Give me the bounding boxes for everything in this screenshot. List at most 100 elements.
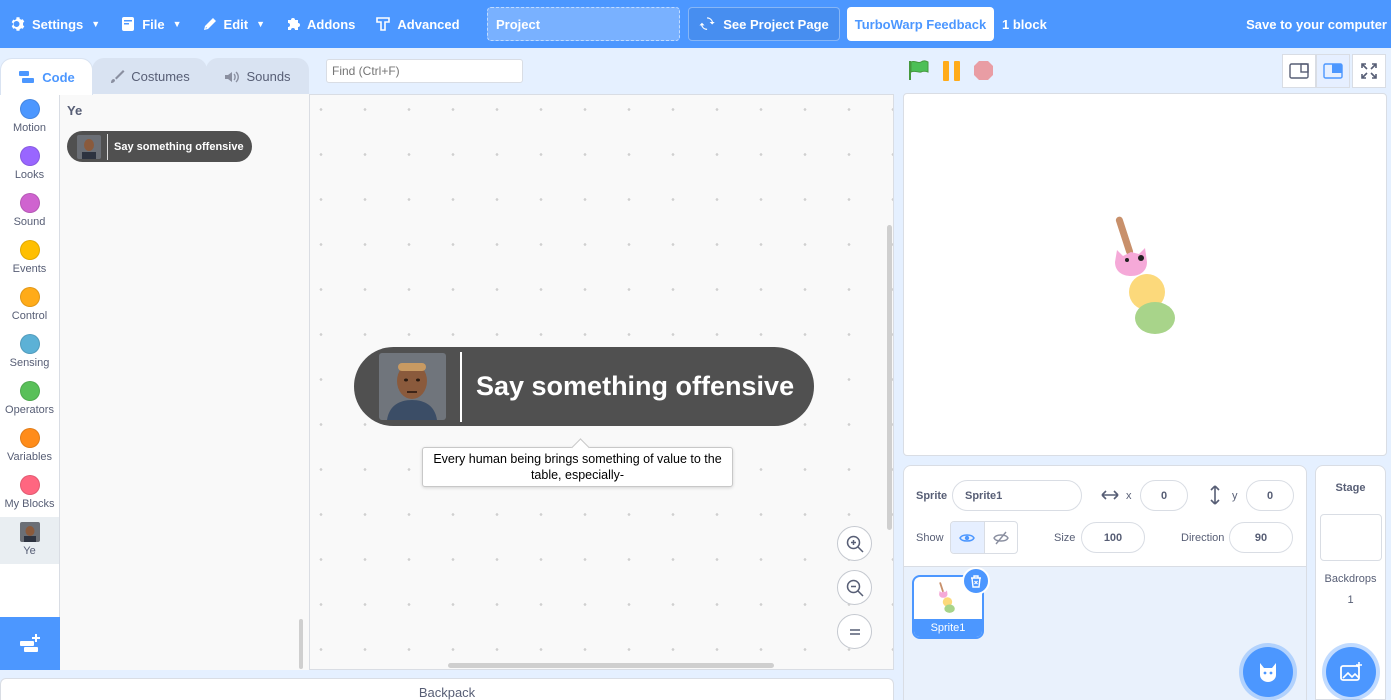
large-stage-button[interactable] [1316,54,1350,88]
x-label: x [1126,490,1132,502]
addons-menu[interactable]: Addons [275,0,365,48]
brush-icon [111,69,125,83]
category-dot [19,428,40,448]
add-backdrop-button[interactable] [1326,647,1376,697]
block-count: 1 block [1002,17,1047,32]
category-label: Sound [13,216,46,228]
project-title-input[interactable]: Project [487,7,680,41]
zoom-in-button[interactable] [837,526,872,561]
eye-slash-icon [992,531,1009,544]
workspace-horizontal-scrollbar[interactable] [448,663,774,668]
puzzle-icon [288,18,301,30]
pause-button[interactable] [941,60,963,82]
stage-title: Stage [1335,482,1366,494]
edit-label: Edit [223,16,249,32]
gear-icon [11,17,25,31]
file-label: File [142,16,165,32]
workspace-custom-block[interactable]: Say something offensive [354,347,815,426]
tab-costumes[interactable]: Costumes [92,58,207,94]
category-motion[interactable]: Motion [0,94,59,141]
add-extension-button[interactable] [0,617,60,670]
category-label: My Blocks [4,498,55,510]
category-sensing[interactable]: Sensing [0,329,59,376]
sprite-thumbnail [939,582,955,613]
add-sprite-button[interactable] [1243,647,1293,697]
see-project-page-button[interactable]: See Project Page [688,7,840,41]
category-events[interactable]: Events [0,235,59,282]
tab-costumes-label: Costumes [131,69,190,84]
zoom-in-icon [846,535,864,553]
tab-sounds-label: Sounds [246,69,291,84]
fullscreen-button[interactable] [1352,54,1386,88]
show-visible-button[interactable] [951,522,985,553]
addons-label: Addons [307,16,356,32]
direction-input[interactable]: 90 [1229,522,1293,553]
palette-scrollbar[interactable] [299,619,303,669]
pencil-icon [203,18,216,30]
find-input[interactable] [326,59,523,83]
category-my-blocks[interactable]: My Blocks [0,470,59,517]
custom-block[interactable]: Say something offensive [67,131,252,162]
delete-sprite-button[interactable] [962,567,990,595]
category-label: Sensing [9,357,50,369]
category-label: Operators [5,404,54,416]
backdrops-count: 1 [1347,594,1354,606]
y-label: y [1232,490,1238,502]
category-dot [19,475,40,495]
category-ye[interactable]: Ye [0,517,59,564]
save-to-computer-button[interactable]: Save to your computer [1246,17,1387,32]
tab-code-label: Code [42,69,75,85]
category-operators[interactable]: Operators [0,376,59,423]
sprite-costume [1115,216,1175,334]
y-input[interactable]: 0 [1246,480,1294,511]
workspace-vertical-scrollbar[interactable] [887,225,892,530]
cat-icon [1260,663,1276,682]
category-label: Control [11,310,48,322]
tab-sounds[interactable]: Sounds [206,58,309,94]
advanced-label: Advanced [397,16,460,32]
tab-code[interactable]: Code [0,58,93,95]
file-icon [122,17,135,31]
category-label: Events [12,263,47,275]
code-workspace[interactable]: Say something offensive Every human bein… [310,94,894,670]
edit-menu[interactable]: Edit ▼ [192,0,275,48]
palette-category-label: Ye [67,103,83,118]
zoom-out-button[interactable] [837,570,872,605]
category-dot [19,334,40,354]
x-input[interactable]: 0 [1140,480,1188,511]
size-input[interactable]: 100 [1081,522,1145,553]
portrait-icon [379,353,446,420]
large-stage-icon [1323,63,1343,79]
category-sound[interactable]: Sound [0,188,59,235]
category-looks[interactable]: Looks [0,141,59,188]
category-dot [19,99,40,119]
stage-canvas[interactable] [903,93,1387,456]
advanced-icon [376,17,391,31]
category-label: Motion [12,122,47,134]
file-menu[interactable]: File ▼ [110,0,191,48]
stop-button[interactable] [973,60,994,81]
feedback-button[interactable]: TurboWarp Feedback [847,7,994,41]
category-variables[interactable]: Variables [0,423,59,470]
settings-label: Settings [32,16,84,32]
green-flag-button[interactable] [907,59,931,81]
small-stage-icon [1289,63,1309,79]
category-label: Ye [23,545,36,557]
add-backdrop-icon [1340,662,1362,681]
category-label: Looks [14,169,45,181]
sprite-name-input[interactable]: Sprite1 [952,480,1082,511]
show-hidden-button[interactable] [985,522,1018,553]
category-dot [19,240,40,260]
category-dot [19,381,40,401]
see-project-page-label: See Project Page [723,16,829,32]
block-tooltip: Every human being brings something of va… [422,447,733,487]
vertical-arrow-icon [1210,485,1220,505]
category-control[interactable]: Control [0,282,59,329]
zoom-reset-button[interactable] [837,614,872,649]
small-stage-button[interactable] [1282,54,1316,88]
settings-menu[interactable]: Settings ▼ [0,0,110,48]
sprite-tile-name: Sprite1 [914,619,982,637]
equals-icon [849,628,860,635]
backpack[interactable]: Backpack [0,678,894,700]
advanced-menu[interactable]: Advanced [365,0,469,48]
